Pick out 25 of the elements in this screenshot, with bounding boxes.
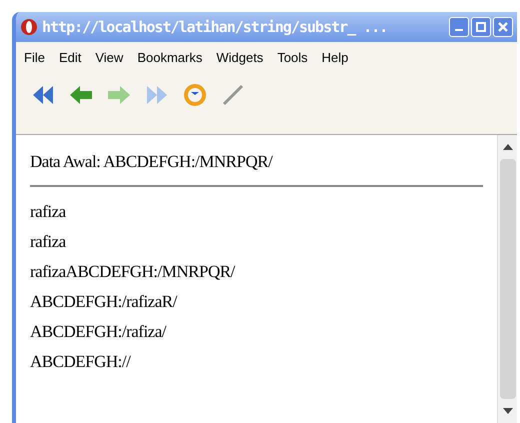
output-line: rafiza — [30, 231, 67, 253]
output-line: rafiza — [30, 201, 67, 223]
menu-item[interactable]: Bookmarks — [137, 48, 202, 68]
scroll-down-icon — [502, 407, 512, 415]
maximize-button[interactable] — [471, 17, 491, 37]
menu-item[interactable]: Tools — [277, 48, 308, 68]
close-icon — [497, 21, 509, 33]
window-title: http://localhost/latihan/string/substr_ ... — [42, 16, 388, 38]
menu-item[interactable]: File — [24, 48, 45, 68]
close-button[interactable] — [493, 17, 513, 37]
scroll-up-icon — [502, 143, 512, 151]
output-line: rafizaABCDEFGH:/MNRPQR/ — [30, 261, 236, 283]
menu-item[interactable]: Help — [322, 48, 348, 68]
scroll-thumb[interactable] — [500, 159, 516, 399]
menu-item[interactable]: Widgets — [216, 48, 264, 68]
maximize-icon — [475, 21, 487, 33]
menu-item[interactable]: View — [95, 48, 124, 68]
minimize-icon — [455, 29, 463, 31]
minimize-button[interactable] — [449, 17, 469, 37]
output-line: ABCDEFGH:/rafiza/ — [30, 321, 168, 343]
heading-text: Data Awal: ABCDEFGH:/MNRPQR/ — [30, 151, 274, 173]
output-line: ABCDEFGH:/rafizaR/ — [30, 291, 178, 313]
scrollbar[interactable] — [497, 135, 517, 423]
output-line: ABCDEFGH:// — [30, 351, 132, 373]
menu-item[interactable]: Edit — [58, 48, 82, 68]
